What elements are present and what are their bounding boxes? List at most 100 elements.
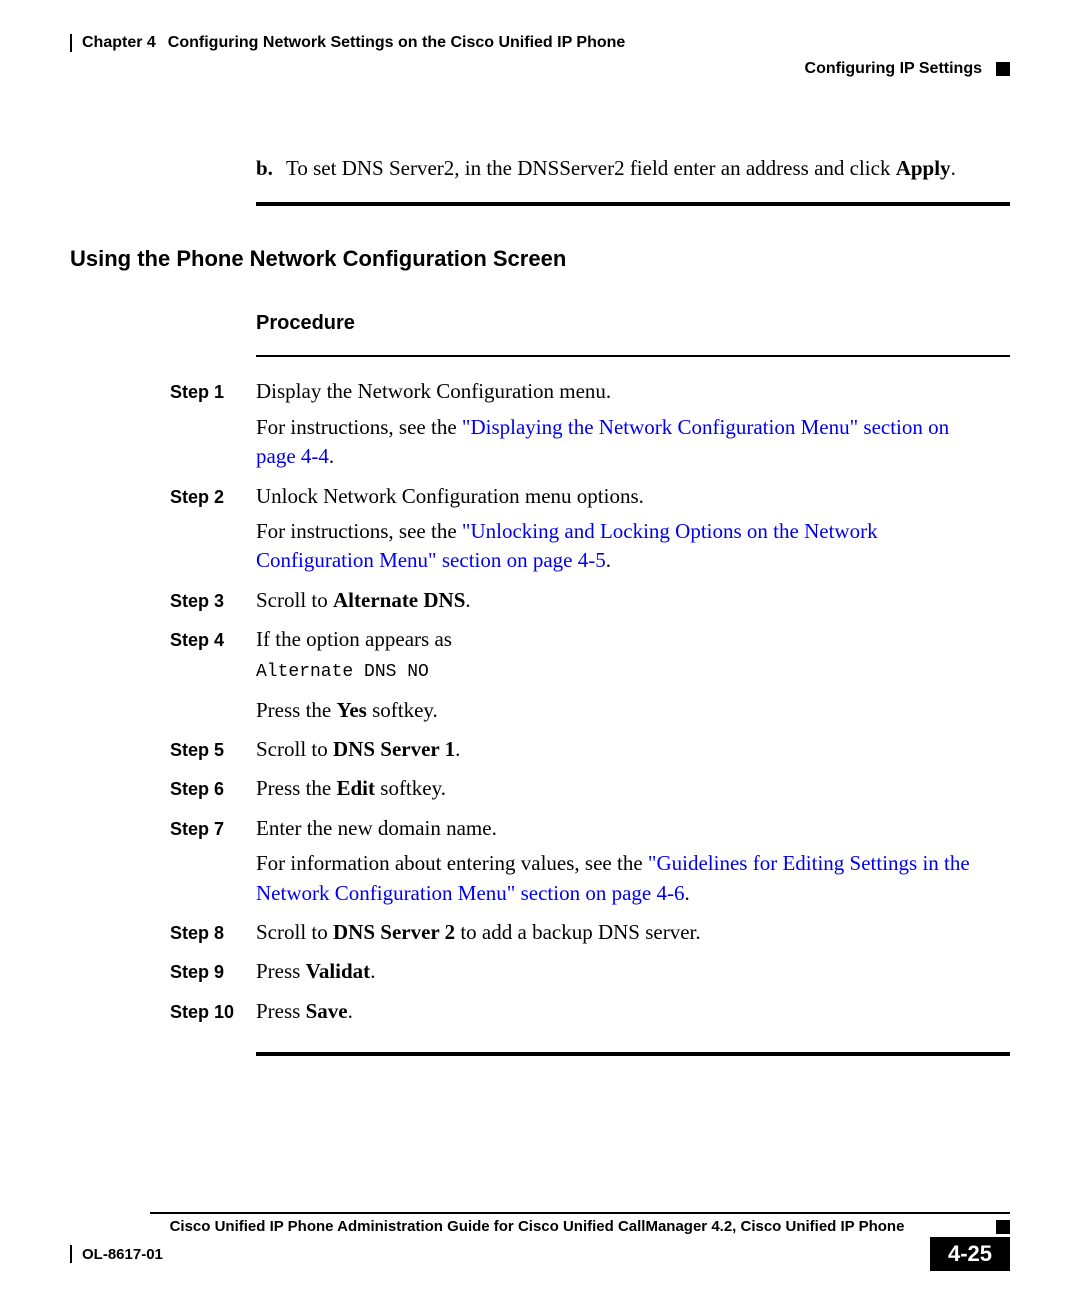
- step-2-p2-before: For instructions, see the: [256, 519, 462, 543]
- header-top-row: Chapter 4 Configuring Network Settings o…: [70, 34, 1010, 52]
- step-3-after: .: [465, 588, 470, 612]
- step-2-p2-after: .: [606, 548, 611, 572]
- step-10: Step 10 Press Save.: [170, 997, 1010, 1032]
- step-body: Scroll to Alternate DNS.: [256, 586, 1010, 621]
- header-section-title: Configuring IP Settings: [805, 60, 982, 78]
- step-4-mono: Alternate DNS NO: [256, 660, 990, 685]
- step-label: Step 9: [170, 957, 256, 992]
- running-footer: Cisco Unified IP Phone Administration Gu…: [70, 1212, 1010, 1271]
- step-4-p3-bold: Yes: [337, 698, 367, 722]
- step-3-text: Scroll to Alternate DNS.: [256, 586, 990, 615]
- step-body: Press Validat.: [256, 957, 1010, 992]
- footer-book-title: Cisco Unified IP Phone Administration Gu…: [84, 1218, 990, 1235]
- step-8-bold: DNS Server 2: [333, 920, 455, 944]
- step-6-text: Press the Edit softkey.: [256, 774, 990, 803]
- step-label: Step 2: [170, 482, 256, 582]
- step-7-p2: For information about entering values, s…: [256, 849, 990, 908]
- step-label: Step 7: [170, 814, 256, 914]
- step-3: Step 3 Scroll to Alternate DNS.: [170, 586, 1010, 621]
- step-9-text: Press Validat.: [256, 957, 990, 986]
- step-6-after: softkey.: [375, 776, 446, 800]
- header-square-icon: [996, 62, 1010, 76]
- step-10-bold: Save: [306, 999, 348, 1023]
- step-6: Step 6 Press the Edit softkey.: [170, 774, 1010, 809]
- step-label: Step 1: [170, 377, 256, 477]
- running-header: Chapter 4 Configuring Network Settings o…: [70, 34, 1010, 94]
- step-9-bold: Validat: [306, 959, 371, 983]
- list-item-b-text: To set DNS Server2, in the DNSServer2 fi…: [286, 154, 1010, 182]
- step-2-p2: For instructions, see the "Unlocking and…: [256, 517, 990, 576]
- step-6-before: Press the: [256, 776, 337, 800]
- step-4: Step 4 If the option appears as Alternat…: [170, 625, 1010, 731]
- step-label: Step 10: [170, 997, 256, 1032]
- step-label: Step 6: [170, 774, 256, 809]
- step-8-after: to add a backup DNS server.: [455, 920, 701, 944]
- step-5: Step 5 Scroll to DNS Server 1.: [170, 735, 1010, 770]
- step-7-p1: Enter the new domain name.: [256, 814, 990, 843]
- step-8-text: Scroll to DNS Server 2 to add a backup D…: [256, 918, 990, 947]
- step-9: Step 9 Press Validat.: [170, 957, 1010, 992]
- content-area: b. To set DNS Server2, in the DNSServer2…: [70, 94, 1010, 1056]
- step-1: Step 1 Display the Network Configuration…: [170, 377, 1010, 477]
- chapter-label: Chapter 4: [82, 34, 156, 52]
- horizontal-rule-icon: [256, 202, 1010, 206]
- step-4-p3-after: softkey.: [367, 698, 438, 722]
- steps-list: Step 1 Display the Network Configuration…: [170, 377, 1010, 1032]
- step-body: Scroll to DNS Server 1.: [256, 735, 1010, 770]
- footer-doc-id-wrap: OL-8617-01: [70, 1245, 163, 1263]
- list-item-b: b. To set DNS Server2, in the DNSServer2…: [256, 154, 1010, 182]
- section-heading: Using the Phone Network Configuration Sc…: [70, 246, 1010, 272]
- header-sub-row: Configuring IP Settings: [70, 60, 1010, 78]
- step-10-after: .: [348, 999, 353, 1023]
- step-7: Step 7 Enter the new domain name. For in…: [170, 814, 1010, 914]
- step-8: Step 8 Scroll to DNS Server 2 to add a b…: [170, 918, 1010, 953]
- step-1-p1: Display the Network Configuration menu.: [256, 377, 990, 406]
- step-4-p3: Press the Yes softkey.: [256, 696, 990, 725]
- item-b-bold: Apply: [896, 156, 951, 180]
- footer-vertical-bar-icon: [70, 1245, 72, 1263]
- footer-row-2: OL-8617-01 4-25: [70, 1237, 1010, 1271]
- footer-square-icon: [996, 1220, 1010, 1234]
- step-5-before: Scroll to: [256, 737, 333, 761]
- step-5-after: .: [455, 737, 460, 761]
- procedure-label: Procedure: [256, 312, 1010, 335]
- step-label: Step 8: [170, 918, 256, 953]
- footer-row-1: Cisco Unified IP Phone Administration Gu…: [70, 1218, 1010, 1235]
- step-5-bold: DNS Server 1: [333, 737, 455, 761]
- step-1-p2: For instructions, see the "Displaying th…: [256, 413, 990, 472]
- step-body: Enter the new domain name. For informati…: [256, 814, 1010, 914]
- step-2: Step 2 Unlock Network Configuration menu…: [170, 482, 1010, 582]
- step-9-after: .: [370, 959, 375, 983]
- step-10-before: Press: [256, 999, 306, 1023]
- step-label: Step 3: [170, 586, 256, 621]
- step-label: Step 4: [170, 625, 256, 731]
- footer-rule-icon: [150, 1212, 1010, 1214]
- step-body: Unlock Network Configuration menu option…: [256, 482, 1010, 582]
- step-body: Display the Network Configuration menu. …: [256, 377, 1010, 477]
- step-3-bold: Alternate DNS: [333, 588, 465, 612]
- step-label: Step 5: [170, 735, 256, 770]
- step-body: Press the Edit softkey.: [256, 774, 1010, 809]
- step-7-p2-before: For information about entering values, s…: [256, 851, 648, 875]
- footer-doc-id: OL-8617-01: [82, 1246, 163, 1263]
- page: Chapter 4 Configuring Network Settings o…: [0, 0, 1080, 1311]
- step-3-before: Scroll to: [256, 588, 333, 612]
- step-body: Scroll to DNS Server 2 to add a backup D…: [256, 918, 1010, 953]
- step-8-before: Scroll to: [256, 920, 333, 944]
- header-vertical-bar-icon: [70, 34, 72, 52]
- item-b-text: To set DNS Server2, in the DNSServer2 fi…: [286, 156, 896, 180]
- step-1-p2-after: .: [329, 444, 334, 468]
- page-number: 4-25: [930, 1237, 1010, 1271]
- step-2-p1: Unlock Network Configuration menu option…: [256, 482, 990, 511]
- chapter-title: Configuring Network Settings on the Cisc…: [168, 34, 626, 52]
- step-body: Press Save.: [256, 997, 1010, 1032]
- step-5-text: Scroll to DNS Server 1.: [256, 735, 990, 764]
- step-9-before: Press: [256, 959, 306, 983]
- step-10-text: Press Save.: [256, 997, 990, 1026]
- step-4-p1: If the option appears as: [256, 625, 990, 654]
- step-6-bold: Edit: [337, 776, 376, 800]
- step-4-p3-before: Press the: [256, 698, 337, 722]
- horizontal-rule-icon: [256, 355, 1010, 357]
- step-1-p2-before: For instructions, see the: [256, 415, 462, 439]
- item-b-period: .: [951, 156, 956, 180]
